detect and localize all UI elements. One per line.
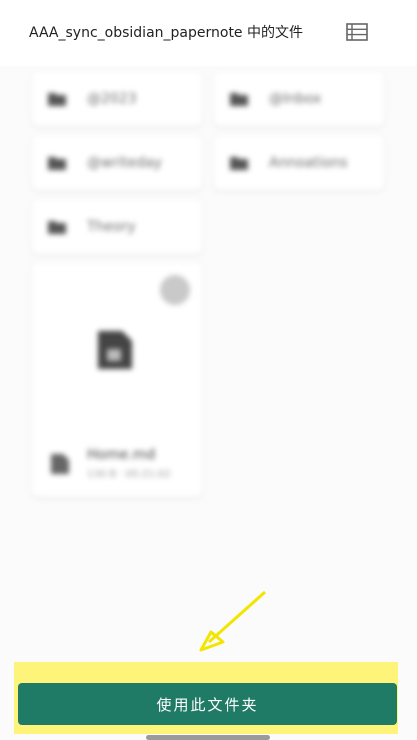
document-icon (98, 331, 132, 369)
arrow-annotation-icon (199, 590, 266, 652)
folder-item[interactable]: @Inbox (214, 72, 384, 126)
file-name: Home.md (87, 447, 156, 463)
file-item[interactable]: Home.md 130 B · 05:21:02 (32, 263, 202, 497)
folder-icon (48, 93, 66, 106)
folder-icon (48, 221, 66, 234)
file-browser-content: @2023 @Inbox @writeday Annoations Theory (0, 66, 417, 662)
folder-item[interactable]: Theory (32, 200, 202, 254)
folder-label: Theory (87, 219, 136, 235)
folder-label: Annoations (269, 155, 348, 171)
folder-item[interactable]: @writeday (32, 136, 202, 190)
folder-item[interactable]: @2023 (32, 72, 202, 126)
page: AAA_sync_obsidian_papernote 中的文件 @2023 @… (0, 0, 417, 740)
more-options-icon[interactable] (160, 275, 190, 305)
page-title: AAA_sync_obsidian_papernote 中的文件 (29, 25, 303, 41)
folder-icon (48, 157, 66, 170)
folder-item[interactable]: Annoations (214, 136, 384, 190)
folder-icon (230, 93, 248, 106)
header: AAA_sync_obsidian_papernote 中的文件 (0, 0, 417, 66)
list-view-icon[interactable] (346, 22, 368, 42)
file-type-icon (51, 454, 69, 474)
home-indicator[interactable] (146, 735, 270, 740)
use-this-folder-button[interactable]: 使用此文件夹 (18, 683, 397, 725)
folder-icon (230, 157, 248, 170)
folder-label: @Inbox (269, 91, 322, 107)
file-meta: 130 B · 05:21:02 (87, 469, 171, 480)
folder-label: @2023 (87, 91, 137, 107)
folder-label: @writeday (87, 155, 162, 171)
